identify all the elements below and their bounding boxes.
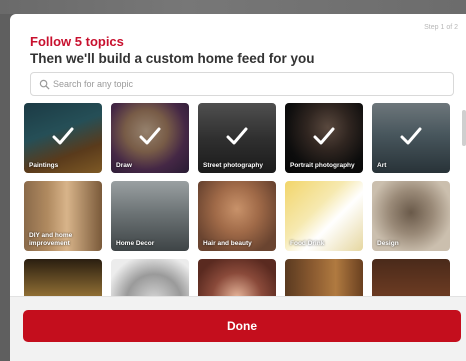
search-box[interactable]	[30, 72, 454, 96]
topic-tile-design[interactable]: Design	[372, 181, 450, 251]
topic-grid: Paintings Draw Street photography Portra…	[10, 103, 466, 303]
step-indicator: Step 1 of 2	[424, 24, 458, 31]
topic-label: Paintings	[29, 161, 59, 169]
modal-footer: Done	[10, 296, 466, 361]
topic-tile-art[interactable]: Art	[372, 103, 450, 173]
topic-label: Draw	[116, 161, 132, 169]
topic-tile-paintings[interactable]: Paintings	[24, 103, 102, 173]
check-icon	[52, 127, 74, 145]
modal-subtitle: Then we'll build a custom home feed for …	[30, 51, 315, 66]
topic-label: Hair and beauty	[203, 239, 252, 247]
search-input[interactable]	[53, 76, 443, 92]
topic-tile-street-photography[interactable]: Street photography	[198, 103, 276, 173]
check-icon	[139, 127, 161, 145]
topic-picker-modal: Step 1 of 2 Follow 5 topics Then we'll b…	[10, 14, 466, 361]
check-icon	[313, 127, 335, 145]
topic-label: Street photography	[203, 161, 263, 169]
scrollbar[interactable]	[462, 110, 466, 146]
check-icon	[400, 127, 422, 145]
page-backdrop	[0, 0, 466, 14]
topic-label: Design	[377, 239, 399, 247]
topic-tile-food-drink[interactable]: Food Drink	[285, 181, 363, 251]
topic-label: DIY and home improvement	[29, 232, 73, 247]
check-icon	[226, 127, 248, 145]
topic-tile-diy-and-home-improvement[interactable]: DIY and home improvement	[24, 181, 102, 251]
topic-tile-portrait-photography[interactable]: Portrait photography	[285, 103, 363, 173]
done-button[interactable]: Done	[23, 310, 461, 342]
topic-label: Art	[377, 161, 387, 169]
topic-tile-hair-and-beauty[interactable]: Hair and beauty	[198, 181, 276, 251]
topic-tile-home-decor[interactable]: Home Decor	[111, 181, 189, 251]
topic-label: Home Decor	[116, 239, 155, 247]
topic-label: Food Drink	[290, 239, 325, 247]
topic-tile-draw[interactable]: Draw	[111, 103, 189, 173]
search-icon	[39, 79, 50, 90]
topic-label: Portrait photography	[290, 161, 355, 169]
modal-title: Follow 5 topics	[30, 34, 124, 49]
